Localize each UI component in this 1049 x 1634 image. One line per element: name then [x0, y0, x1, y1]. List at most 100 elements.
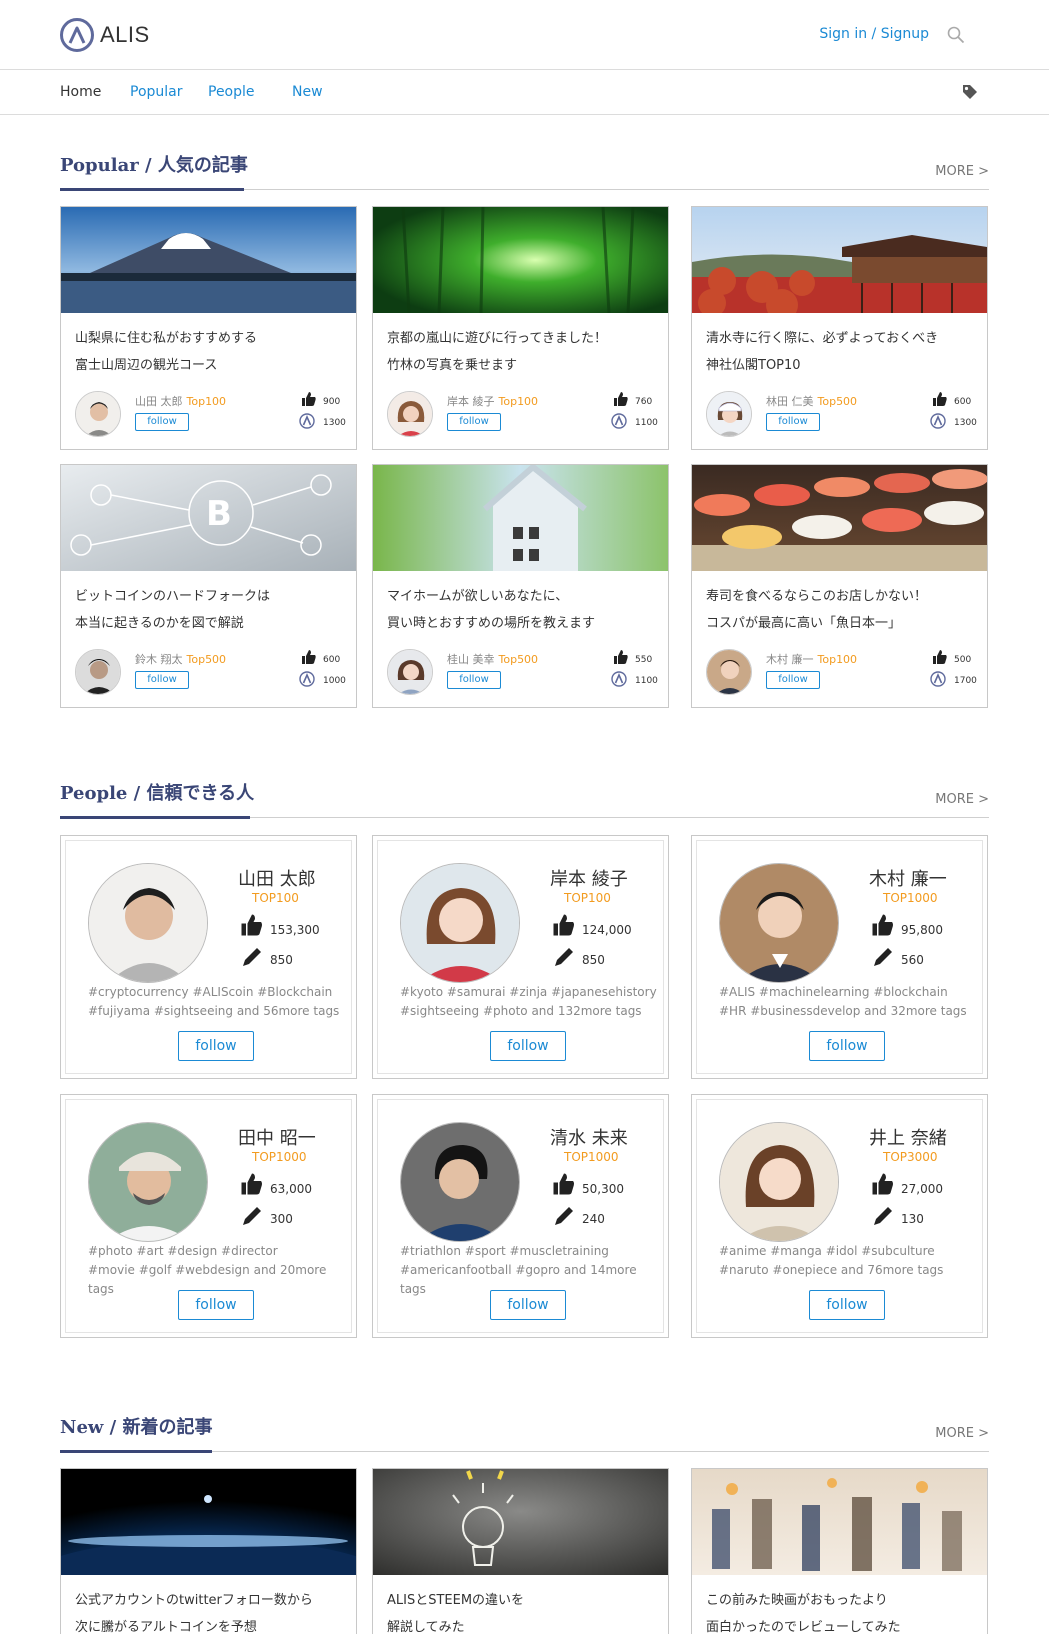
person-name[interactable]: 田中 昭一: [238, 1124, 316, 1150]
like-icon: [552, 913, 576, 941]
like-icon: [240, 913, 264, 941]
token-count: 1300: [323, 418, 346, 428]
article-thumbnail: [692, 1469, 987, 1575]
people-more-link[interactable]: MORE >: [935, 792, 989, 807]
article-card[interactable]: B ビットコインのハードフォークは 本当に起きるのかを図で解説 鈴木 翔太 Top5…: [60, 464, 357, 708]
person-avatar[interactable]: [88, 1122, 208, 1242]
person-card-inner: 山田 太郎 TOP100 153,300 850 #cryptocurrency…: [65, 840, 352, 1074]
new-article-card[interactable]: この前みた映画がおもったより 面白かったのでレビューしてみた: [691, 1468, 988, 1634]
nav-people[interactable]: People: [208, 84, 255, 100]
new-article-card[interactable]: 公式アカウントのtwitterフォロー数から 次に騰がるアルトコインを予想: [60, 1468, 357, 1634]
alis-token-icon: [611, 413, 627, 433]
article-card[interactable]: 山梨県に住む私がおすすめする 富士山周辺の観光コース 山田 太郎 Top100 fo…: [60, 206, 357, 450]
tag-icon[interactable]: [961, 83, 979, 105]
person-rank: TOP1000: [883, 891, 938, 905]
like-icon: [871, 1172, 895, 1200]
person-name[interactable]: 木村 廉一: [869, 865, 947, 891]
article-thumbnail: [692, 207, 987, 313]
token-count: 1300: [954, 418, 977, 428]
person-card-inner: 木村 廉一 TOP1000 95,800 560 #ALIS #machinel…: [696, 840, 983, 1074]
alis-token-icon: [299, 413, 315, 433]
article-card[interactable]: 寿司を食べるならこのお店しかない！ コスパが最高に高い「魚日本一」 木村 廉一 To…: [691, 464, 988, 708]
like-count: 500: [954, 655, 972, 665]
like-count: 760: [635, 397, 653, 407]
article-card[interactable]: 京都の嵐山に遊びに行ってきました！ 竹林の写真を乗せます 岸本 綾子 Top100 …: [372, 206, 669, 450]
author-name: 木村 廉一 Top100: [766, 653, 858, 666]
person-name[interactable]: 清水 未来: [550, 1124, 628, 1150]
person-card-inner: 井上 奈緒 TOP3000 27,000 130 #anime #manga #…: [696, 1099, 983, 1333]
article-card[interactable]: 清水寺に行く際に、必ずよっておくべき 神社仏閣TOP10 林田 仁美 Top500 …: [691, 206, 988, 450]
follow-button[interactable]: follow: [447, 413, 501, 431]
article-title: 寿司を食べるならこのお店しかない！ コスパが最高に高い「魚日本一」: [706, 589, 928, 631]
author-avatar: [387, 391, 433, 437]
article-thumbnail: [373, 207, 668, 313]
pen-icon: [871, 945, 895, 973]
author-name: 山田 太郎 Top100: [135, 395, 227, 408]
follow-button[interactable]: follow: [809, 1031, 885, 1061]
author-name: 林田 仁美 Top500: [766, 395, 858, 408]
svg-text:B: B: [206, 494, 232, 534]
follow-button[interactable]: follow: [135, 671, 189, 689]
follow-button[interactable]: follow: [178, 1290, 254, 1320]
nav-popular[interactable]: Popular: [130, 84, 183, 100]
person-avatar[interactable]: [719, 863, 839, 983]
new-article-card[interactable]: ALISとSTEEMの違いを 解説してみた: [372, 1468, 669, 1634]
person-card: 清水 未来 TOP1000 50,300 240 #triathlon #spo…: [372, 1094, 669, 1338]
person-avatar[interactable]: [719, 1122, 839, 1242]
person-name[interactable]: 井上 奈緒: [869, 1124, 947, 1150]
article-title: 清水寺に行く際に、必ずよっておくべき 神社仏閣TOP10: [706, 331, 939, 373]
article-thumbnail: [61, 1469, 356, 1575]
person-rank: TOP3000: [883, 1150, 938, 1164]
like-icon: [932, 649, 948, 669]
person-name[interactable]: 岸本 綾子: [550, 865, 628, 891]
person-card-inner: 清水 未来 TOP1000 50,300 240 #triathlon #spo…: [377, 1099, 664, 1333]
person-avatar[interactable]: [400, 1122, 520, 1242]
person-rank: TOP1000: [252, 1150, 307, 1164]
follow-button[interactable]: follow: [766, 413, 820, 431]
signin-link[interactable]: Sign in / Signup: [819, 26, 929, 42]
person-avatar[interactable]: [88, 863, 208, 983]
person-like-count: 27,000: [901, 1182, 943, 1196]
follow-button[interactable]: follow: [809, 1290, 885, 1320]
like-icon: [613, 391, 629, 411]
like-count: 600: [954, 397, 972, 407]
article-title: 山梨県に住む私がおすすめする 富士山周辺の観光コース: [75, 331, 258, 373]
article-card[interactable]: マイホームが欲しいあなたに、 買い時とおすすめの場所を教えます 桂山 美幸 Top5…: [372, 464, 669, 708]
author-avatar: [706, 649, 752, 695]
person-avatar[interactable]: [400, 863, 520, 983]
person-tags: #cryptocurrency #ALIScoin #Blockchain #fu…: [88, 985, 340, 1018]
person-rank: TOP100: [252, 891, 299, 905]
alis-logo[interactable]: ALIS: [60, 18, 150, 52]
person-card: 岸本 綾子 TOP100 124,000 850 #kyoto #samurai…: [372, 835, 669, 1079]
alis-token-icon: [611, 671, 627, 691]
follow-button[interactable]: follow: [135, 413, 189, 431]
pen-icon: [552, 945, 576, 973]
follow-button[interactable]: follow: [766, 671, 820, 689]
token-count: 1100: [635, 418, 658, 428]
person-post-count: 560: [901, 953, 924, 967]
person-post-count: 850: [582, 953, 605, 967]
person-like-count: 153,300: [270, 923, 320, 937]
person-tags: #kyoto #samurai #zinja #japanesehistory #…: [400, 985, 657, 1018]
article-thumbnail: [373, 465, 668, 571]
follow-button[interactable]: follow: [490, 1031, 566, 1061]
article-title: ALISとSTEEMの違いを 解説してみた: [387, 1593, 525, 1634]
person-name[interactable]: 山田 太郎: [238, 865, 316, 891]
person-card: 木村 廉一 TOP1000 95,800 560 #ALIS #machinel…: [691, 835, 988, 1079]
pen-icon: [240, 1204, 264, 1232]
article-title: 京都の嵐山に遊びに行ってきました！ 竹林の写真を乗せます: [387, 331, 607, 373]
nav-new[interactable]: New: [292, 84, 323, 100]
search-icon[interactable]: [947, 26, 965, 48]
person-rank: TOP100: [564, 891, 611, 905]
person-card: 田中 昭一 TOP1000 63,000 300 #photo #art #de…: [60, 1094, 357, 1338]
article-title: マイホームが欲しいあなたに、 買い時とおすすめの場所を教えます: [387, 589, 596, 631]
author-name: 鈴木 翔太 Top500: [135, 653, 227, 666]
person-like-count: 95,800: [901, 923, 943, 937]
popular-more-link[interactable]: MORE >: [935, 164, 989, 179]
nav-home[interactable]: Home: [60, 84, 101, 100]
follow-button[interactable]: follow: [178, 1031, 254, 1061]
follow-button[interactable]: follow: [490, 1290, 566, 1320]
follow-button[interactable]: follow: [447, 671, 501, 689]
new-more-link[interactable]: MORE >: [935, 1426, 989, 1441]
person-card-inner: 岸本 綾子 TOP100 124,000 850 #kyoto #samurai…: [377, 840, 664, 1074]
